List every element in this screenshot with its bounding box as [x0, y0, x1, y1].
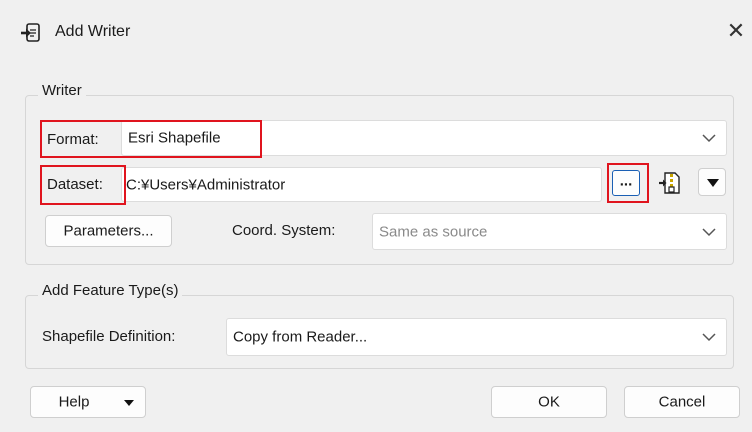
shapefile-definition-combo[interactable]: Copy from Reader...	[226, 318, 727, 356]
cancel-button-label: Cancel	[658, 393, 706, 411]
shapefile-definition-value: Copy from Reader...	[233, 328, 368, 346]
coord-system-value: Same as source	[379, 223, 488, 240]
dataset-value: C:¥Users¥Administrator	[126, 176, 286, 193]
zip-file-icon[interactable]	[657, 170, 683, 196]
browse-button[interactable]: ...	[612, 170, 640, 196]
coord-system-combo[interactable]: Same as source	[372, 213, 727, 250]
chevron-down-icon	[702, 134, 716, 143]
format-label: Format:	[47, 131, 99, 148]
close-icon[interactable]: ✕	[724, 18, 748, 44]
format-value: Esri Shapefile	[128, 129, 221, 147]
title-bar: Add Writer ✕	[0, 0, 752, 62]
help-button[interactable]: Help	[30, 386, 146, 418]
chevron-down-icon	[702, 333, 716, 342]
chevron-down-icon	[702, 227, 716, 236]
cancel-button[interactable]: Cancel	[624, 386, 740, 418]
parameters-button-label: Parameters...	[63, 222, 154, 240]
coord-system-label: Coord. System:	[232, 222, 336, 239]
dropdown-arrow-icon	[707, 179, 719, 187]
feature-types-legend: Add Feature Type(s)	[38, 282, 183, 299]
dataset-label: Dataset:	[47, 176, 103, 193]
writer-icon	[21, 23, 40, 42]
shapefile-definition-label: Shapefile Definition:	[42, 328, 176, 345]
window-title: Add Writer	[55, 23, 131, 40]
format-combo[interactable]: Esri Shapefile	[121, 120, 727, 156]
browse-icon: ...	[619, 172, 633, 190]
ok-button-label: OK	[538, 393, 560, 411]
dataset-input[interactable]: C:¥Users¥Administrator	[121, 167, 602, 202]
parameters-button[interactable]: Parameters...	[45, 215, 172, 247]
ok-button[interactable]: OK	[491, 386, 607, 418]
dataset-options-button[interactable]	[698, 168, 726, 196]
writer-group-legend: Writer	[38, 82, 86, 99]
dropdown-arrow-icon	[124, 400, 134, 406]
